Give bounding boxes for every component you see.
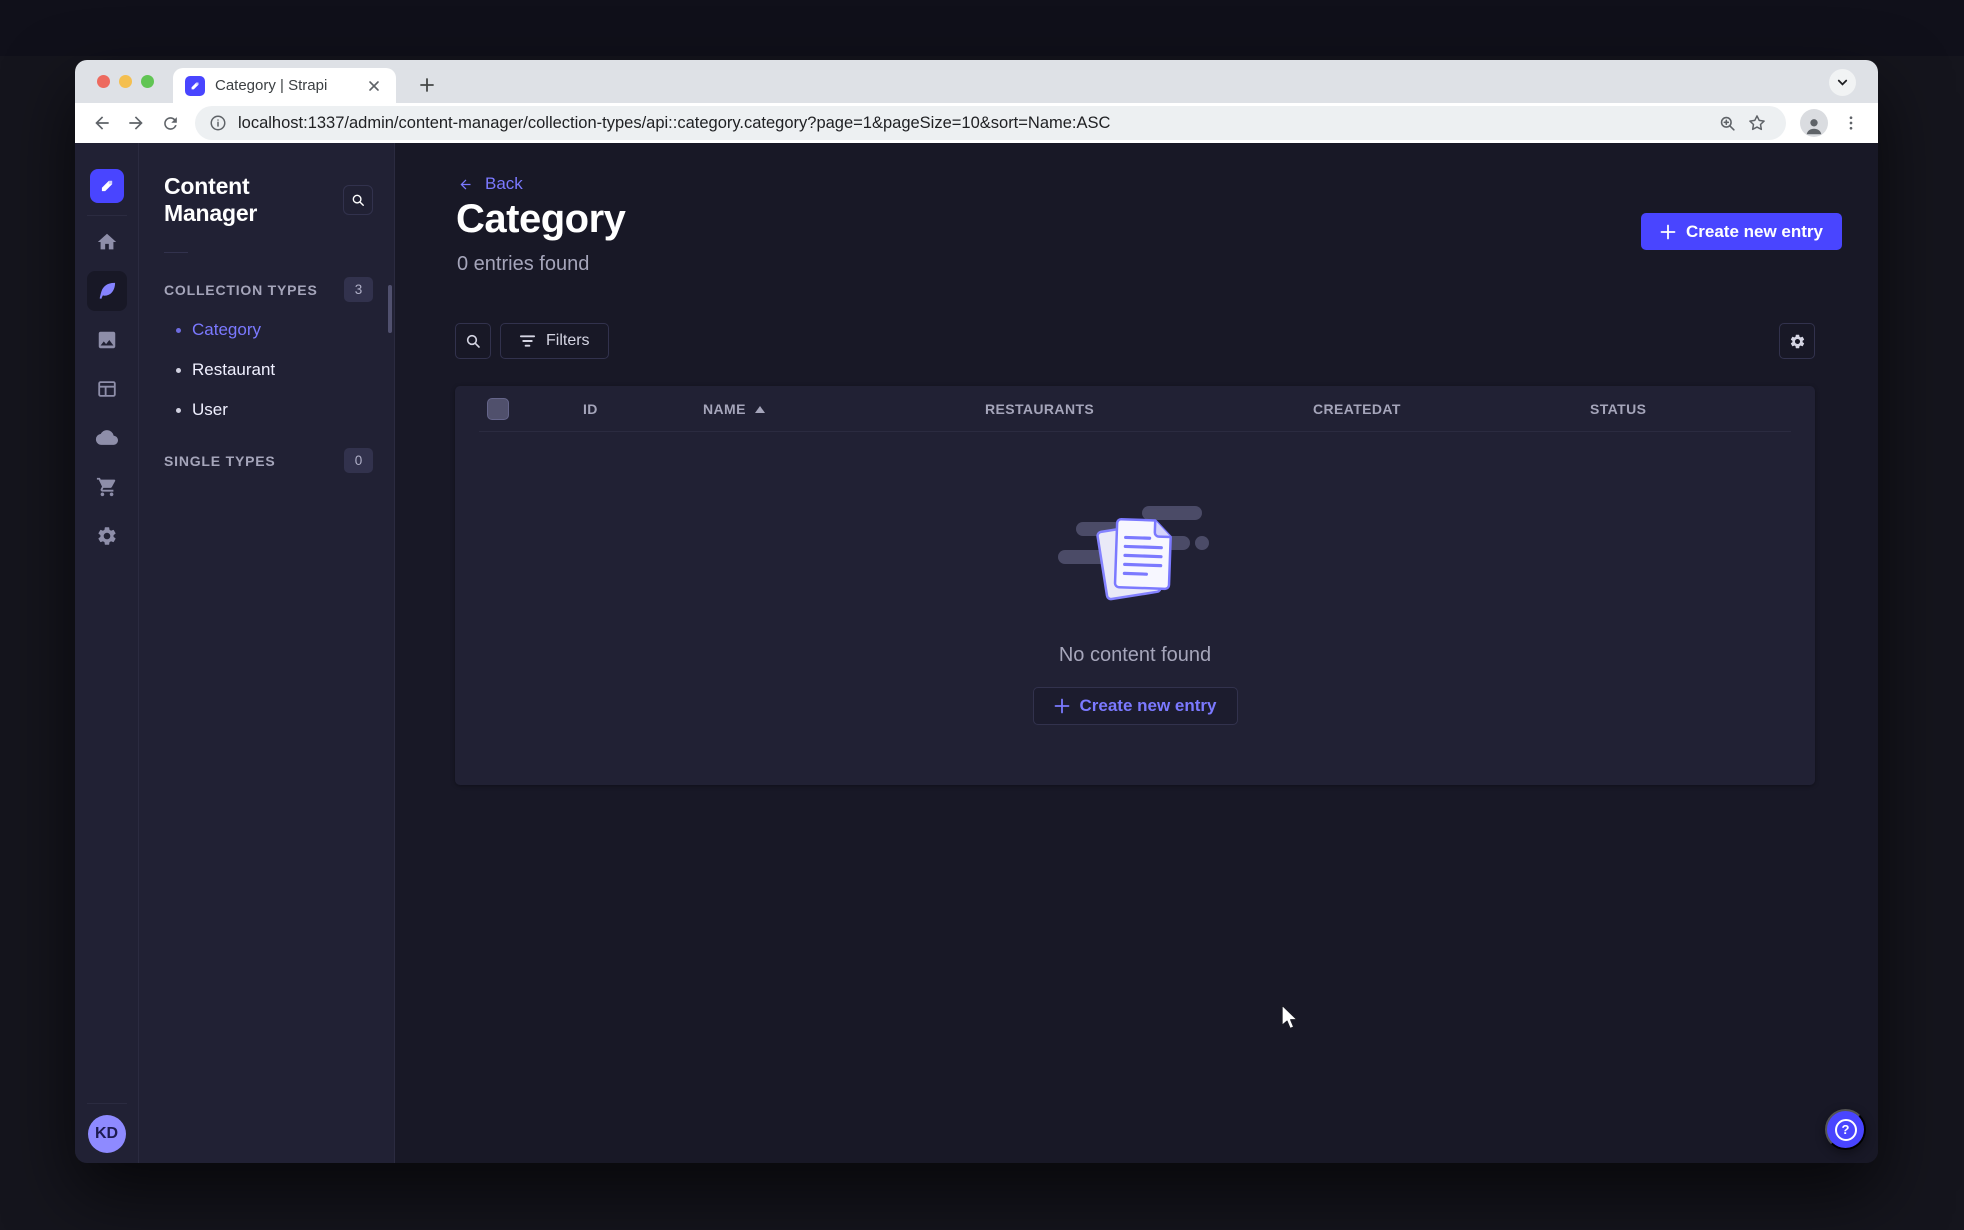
sidebar-item-label: Restaurant: [192, 360, 276, 379]
media-library-icon[interactable]: [87, 320, 127, 360]
search-icon: [466, 334, 480, 348]
minimize-window-button[interactable]: [119, 75, 132, 88]
new-tab-button[interactable]: [413, 71, 441, 99]
create-new-entry-label: Create new entry: [1686, 221, 1823, 241]
plus-icon: [1054, 698, 1069, 714]
collection-types-count-badge: 3: [344, 277, 373, 302]
tab-close-icon[interactable]: [364, 76, 384, 96]
sidebar-item-label: User: [192, 400, 228, 419]
maximize-window-button[interactable]: [141, 75, 154, 88]
zoom-page-icon[interactable]: [1712, 108, 1742, 138]
entries-count: 0 entries found: [457, 253, 590, 275]
create-new-entry-button[interactable]: Create new entry: [1641, 213, 1842, 250]
empty-state: No content found Create new entry: [455, 432, 1815, 785]
select-all-checkbox[interactable]: [487, 398, 509, 420]
browser-toolbar: localhost:1337/admin/content-manager/col…: [75, 103, 1878, 143]
bullet-icon: [176, 367, 181, 373]
marketplace-icon[interactable]: [87, 467, 127, 507]
forward-nav-icon[interactable]: [119, 106, 153, 140]
browser-profile-avatar[interactable]: [1800, 109, 1828, 137]
strapi-app: KD Content Manager COLLECTION TYPES 3 Ca…: [75, 143, 1878, 1163]
filter-icon: [519, 335, 536, 347]
close-window-button[interactable]: [97, 75, 110, 88]
empty-state-message: No content found: [1058, 644, 1212, 666]
url-text[interactable]: localhost:1337/admin/content-manager/col…: [238, 114, 1712, 133]
sidebar-item-category[interactable]: Category: [139, 310, 394, 350]
collection-types-list: Category Restaurant User: [139, 310, 394, 430]
site-info-icon[interactable]: [209, 114, 227, 132]
column-header-name-label: NAME: [703, 401, 746, 417]
sidebar-item-restaurant[interactable]: Restaurant: [139, 350, 394, 390]
window-controls: [97, 75, 154, 88]
empty-create-entry-label: Create new entry: [1079, 696, 1217, 715]
sidebar-item-user[interactable]: User: [139, 390, 394, 430]
content-type-builder-icon[interactable]: [87, 369, 127, 409]
back-label: Back: [485, 174, 523, 193]
panel-scrollbar-thumb[interactable]: [388, 285, 392, 333]
tab-title: Category | Strapi: [215, 77, 328, 94]
bullet-icon: [176, 327, 181, 333]
content-manager-panel: Content Manager COLLECTION TYPES 3 Categ…: [139, 143, 395, 1163]
back-nav-icon[interactable]: [85, 106, 119, 140]
empty-documents-illustration: [1058, 506, 1209, 601]
search-button[interactable]: [455, 323, 491, 359]
table-header-row: ID NAME RESTAURANTS CREATEDAT STATUS: [455, 386, 1815, 432]
column-header-name[interactable]: NAME: [703, 401, 985, 417]
column-header-status[interactable]: STATUS: [1590, 401, 1815, 417]
sidebar-item-label: Category: [192, 320, 261, 339]
home-icon[interactable]: [87, 222, 127, 262]
filters-button[interactable]: Filters: [500, 323, 609, 359]
settings-icon[interactable]: [87, 516, 127, 556]
reload-icon[interactable]: [153, 106, 187, 140]
entries-table: ID NAME RESTAURANTS CREATEDAT STATUS No …: [455, 386, 1815, 785]
url-bar[interactable]: localhost:1337/admin/content-manager/col…: [195, 106, 1786, 140]
user-avatar[interactable]: KD: [87, 1115, 126, 1153]
panel-title: Content Manager: [164, 173, 258, 226]
collection-types-label: COLLECTION TYPES: [164, 281, 318, 298]
browser-window: Category | Strapi localhost:1337/admin/c…: [75, 60, 1878, 1163]
plus-icon: [1660, 224, 1676, 239]
rail-bottom-divider: [86, 1103, 127, 1104]
column-header-id[interactable]: ID: [583, 401, 703, 417]
rail-divider: [86, 215, 127, 216]
browser-menu-icon[interactable]: [1834, 106, 1868, 140]
panel-divider: [164, 252, 188, 253]
question-mark-icon: ?: [1834, 1118, 1857, 1141]
bookmark-star-icon[interactable]: [1742, 108, 1772, 138]
view-settings-button[interactable]: [1779, 323, 1815, 359]
content-manager-icon[interactable]: [86, 271, 127, 311]
desktop: Category | Strapi localhost:1337/admin/c…: [0, 0, 1964, 1230]
browser-tab-bar: Category | Strapi: [75, 60, 1878, 103]
page-title: Category: [456, 197, 626, 241]
column-header-createdat[interactable]: CREATEDAT: [1313, 401, 1590, 417]
column-header-restaurants[interactable]: RESTAURANTS: [985, 401, 1313, 417]
cog-icon: [1790, 334, 1804, 348]
strapi-favicon-icon: [185, 75, 205, 96]
back-link[interactable]: Back: [457, 174, 523, 194]
single-types-label: SINGLE TYPES: [164, 452, 276, 469]
sort-asc-icon: [754, 405, 765, 413]
help-button[interactable]: ?: [1825, 1109, 1866, 1150]
cloud-icon[interactable]: [87, 418, 127, 458]
filters-label: Filters: [546, 332, 590, 349]
main-content: Back Category 0 entries found Create new…: [395, 143, 1878, 1163]
bullet-icon: [176, 407, 181, 413]
panel-search-button[interactable]: [343, 185, 373, 215]
single-types-count-badge: 0: [344, 448, 373, 473]
tab-search-chevron-icon[interactable]: [1829, 69, 1856, 96]
back-arrow-icon: [460, 179, 471, 189]
empty-create-entry-button[interactable]: Create new entry: [1032, 687, 1238, 725]
browser-tab[interactable]: Category | Strapi: [173, 68, 396, 103]
strapi-logo[interactable]: [89, 169, 124, 203]
desktop-background-strip: [0, 0, 1964, 56]
main-nav-rail: KD: [75, 143, 139, 1163]
